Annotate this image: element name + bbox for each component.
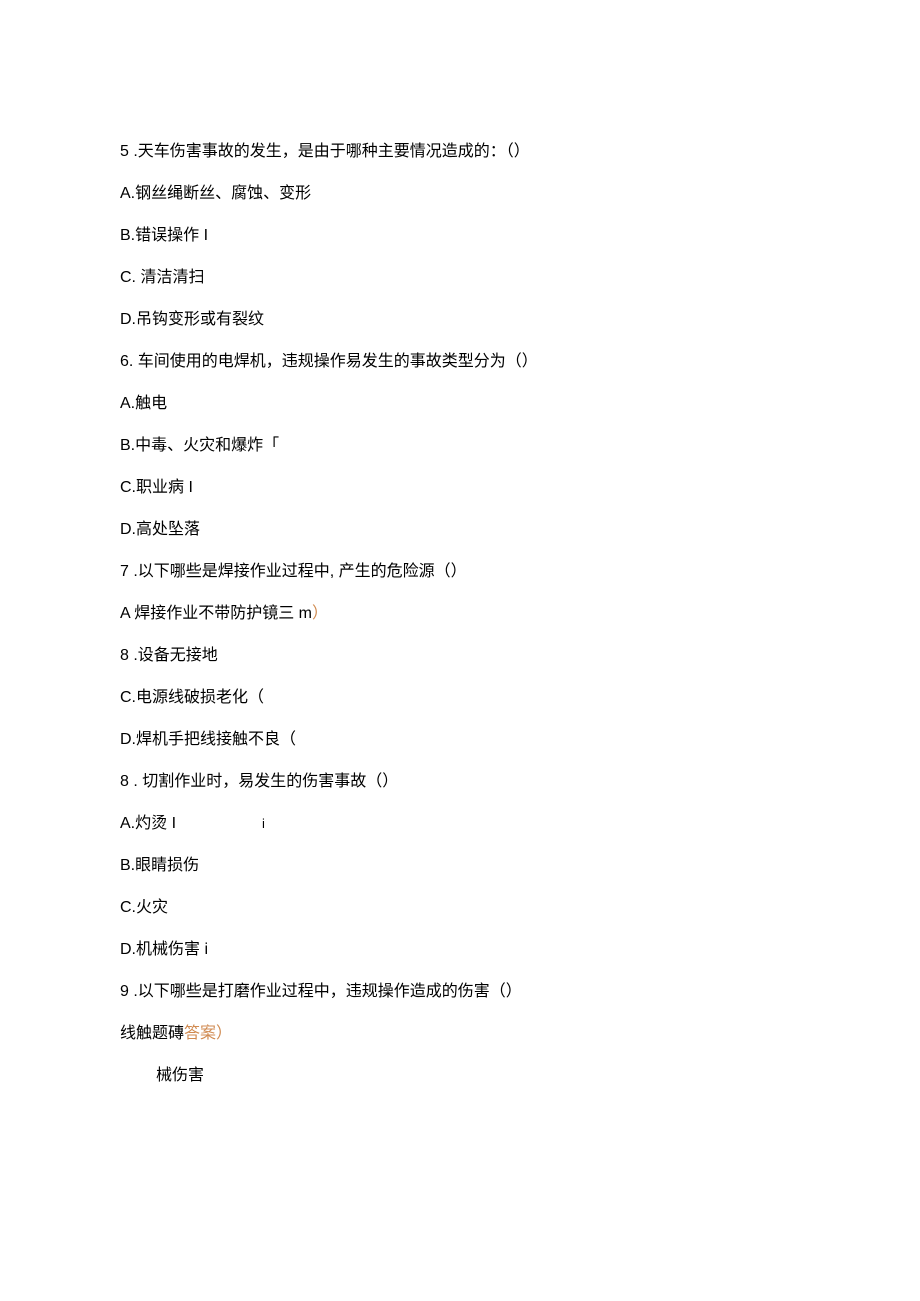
- question-8: 8 . 切割作业时，易发生的伤害事故（） A.灼烫 I i B.眼睛损伤 C.火灾…: [120, 770, 800, 962]
- question-5-option-b: B.错误操作 I: [120, 224, 800, 248]
- question-8-option-b: B.眼睛损伤: [120, 854, 800, 878]
- question-9-line-2: 械伤害: [120, 1064, 800, 1088]
- question-9: 9 .以下哪些是打磨作业过程中，违规操作造成的伤害（） 线触题磚答案） 械伤害: [120, 980, 800, 1088]
- question-7-option-a-paren: ）: [312, 605, 328, 622]
- question-5: 5 .天车伤害事故的发生，是由于哪种主要情况造成的：（） A.钢丝绳断丝、腐蚀、…: [120, 140, 800, 332]
- question-6-text: 6. 车间使用的电焊机，违规操作易发生的事故类型分为（）: [120, 350, 800, 374]
- question-5-text: 5 .天车伤害事故的发生，是由于哪种主要情况造成的：（）: [120, 140, 800, 164]
- question-8-option-a-text: A.灼烫 I: [120, 815, 176, 832]
- question-7: 7 .以下哪些是焊接作业过程中, 产生的危险源（） A 焊接作业不带防护镜三 m…: [120, 560, 800, 752]
- question-7-option-d: D.焊机手把线接触不良（: [120, 728, 800, 752]
- question-9-line-1: 线触题磚答案）: [120, 1022, 800, 1046]
- question-8-option-a-tail: i: [262, 816, 265, 831]
- question-8-text: 8 . 切割作业时，易发生的伤害事故（）: [120, 770, 800, 794]
- question-7-option-c: C.电源线破损老化（: [120, 686, 800, 710]
- question-7-text: 7 .以下哪些是焊接作业过程中, 产生的危险源（）: [120, 560, 800, 584]
- question-9-text: 9 .以下哪些是打磨作业过程中，违规操作造成的伤害（）: [120, 980, 800, 1004]
- question-6: 6. 车间使用的电焊机，违规操作易发生的事故类型分为（） A.触电 B.中毒、火…: [120, 350, 800, 542]
- question-6-option-c: C.职业病 I: [120, 476, 800, 500]
- question-8-option-d: D.机械伤害 i: [120, 938, 800, 962]
- question-8-option-c: C.火灾: [120, 896, 800, 920]
- question-6-option-d: D.高处坠落: [120, 518, 800, 542]
- question-6-option-b: B.中毒、火灾和爆炸「: [120, 434, 800, 458]
- question-7-option-a-text: A 焊接作业不带防护镜三 m: [120, 605, 312, 622]
- question-7-option-a: A 焊接作业不带防护镜三 m）: [120, 602, 800, 626]
- question-7-option-b: 8 .设备无接地: [120, 644, 800, 668]
- question-9-answer-label: 答案）: [184, 1025, 232, 1042]
- question-9-line-1-text: 线触题磚: [120, 1025, 184, 1042]
- question-5-option-c: C. 清洁清扫: [120, 266, 800, 290]
- question-5-option-d: D.吊钩变形或有裂纹: [120, 308, 800, 332]
- question-5-option-a: A.钢丝绳断丝、腐蚀、变形: [120, 182, 800, 206]
- question-6-option-a: A.触电: [120, 392, 800, 416]
- question-8-option-a: A.灼烫 I i: [120, 812, 800, 836]
